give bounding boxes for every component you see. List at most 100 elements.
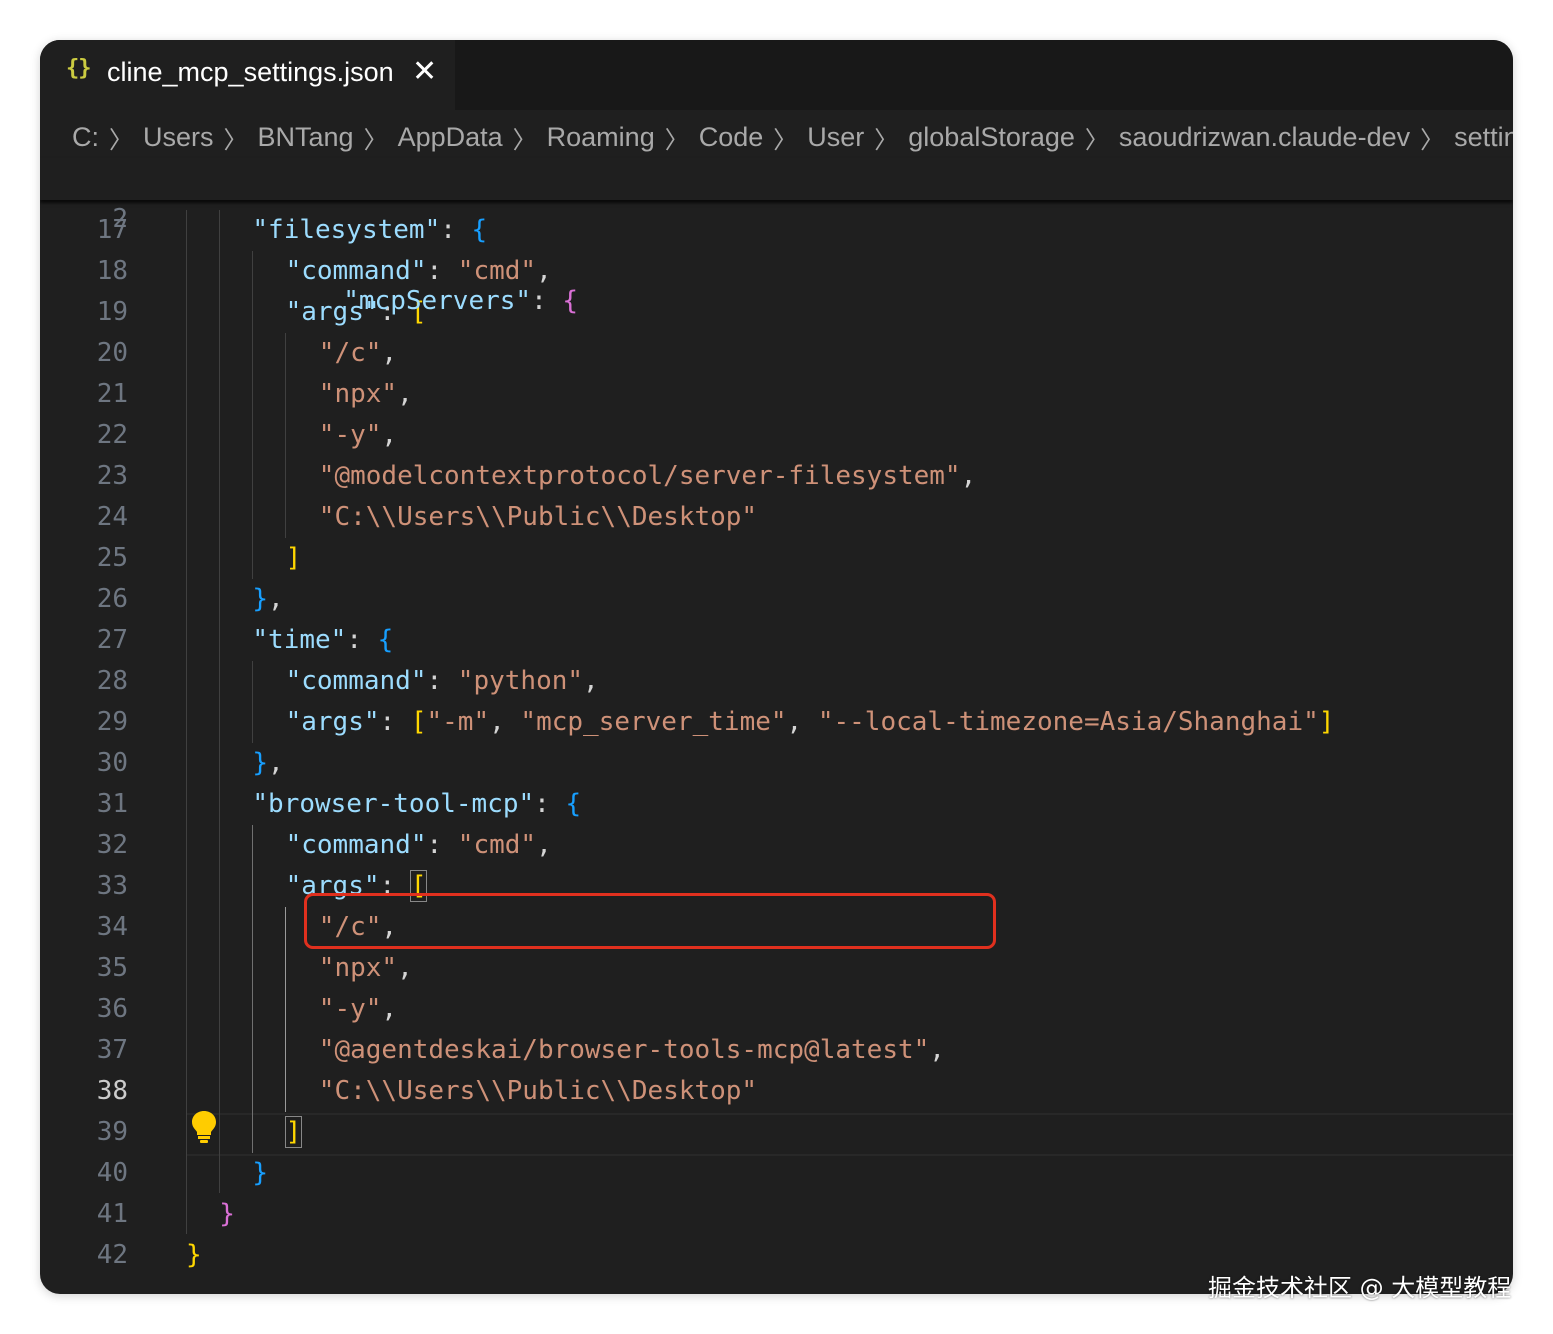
code-line[interactable]: 24 "C:\\Users\\Public\\Desktop"	[40, 497, 1513, 538]
json-bracket: }	[252, 584, 269, 614]
sticky-scroll-line[interactable]: 2 "mcpServers": {	[40, 158, 1513, 316]
code-line[interactable]: 27 "time": {	[40, 620, 1513, 661]
json-string: "@agentdeskai/browser-tools-mcp@latest"	[318, 1035, 930, 1065]
code-line[interactable]: 30},	[40, 743, 1513, 784]
json-bracket: {	[377, 625, 394, 655]
json-bracket: }	[219, 1199, 235, 1229]
line-number: 38	[96, 1076, 128, 1106]
json-string: "npx"	[318, 379, 398, 409]
code-line[interactable]: 36 "-y",	[40, 989, 1513, 1030]
chevron-right-icon: 〉	[512, 126, 537, 154]
matched-bracket: ]	[284, 1116, 303, 1148]
line-number: 26	[96, 584, 128, 614]
line-number: 2	[112, 204, 128, 234]
line-number: 32	[96, 830, 128, 860]
json-punctuation: ,	[268, 584, 284, 614]
json-key: "command"	[285, 666, 427, 696]
json-string: "python"	[457, 666, 584, 696]
chevron-right-icon: 〉	[109, 126, 133, 154]
breadcrumb-item[interactable]: Users	[143, 122, 214, 153]
line-number: 23	[96, 461, 128, 491]
json-colon: :	[531, 286, 563, 316]
json-bracket: }	[252, 1158, 269, 1188]
code-line[interactable]: 41}	[40, 1194, 1513, 1235]
json-punctuation: :	[346, 625, 378, 655]
json-punctuation: :	[379, 707, 411, 737]
breadcrumb-item[interactable]: Roaming	[547, 122, 655, 153]
line-number: 41	[96, 1199, 128, 1229]
json-punctuation: ,	[960, 461, 977, 491]
json-punctuation: ,	[268, 748, 284, 778]
code-line[interactable]: 38 "C:\\Users\\Public\\Desktop"	[40, 1071, 1513, 1112]
line-number: 40	[96, 1158, 128, 1188]
chevron-right-icon: 〉	[664, 126, 689, 154]
code-line[interactable]: 22 "-y",	[40, 415, 1513, 456]
code-line[interactable]: 28 "command": "python",	[40, 661, 1513, 702]
editor-window: {} cline_mcp_settings.json ✕ C: 〉 Users 〉 BN…	[40, 40, 1513, 1294]
chevron-right-icon: 〉	[1084, 126, 1109, 154]
json-string: "-y"	[318, 420, 382, 450]
json-punctuation: ,	[583, 666, 599, 696]
line-number: 33	[96, 871, 128, 901]
watermark: 掘金技术社区 @ 大模型教程	[1208, 1274, 1512, 1302]
line-number: 24	[96, 502, 128, 532]
line-number: 25	[96, 543, 128, 573]
code-editor[interactable]: 17 "filesystem": {18 "command": "cmd", 19 "a…	[40, 210, 1513, 1294]
json-bracket: [	[410, 707, 427, 737]
breadcrumb-item[interactable]: globalStorage	[908, 122, 1075, 153]
code-line[interactable]: 26},	[40, 579, 1513, 620]
line-number: 27	[96, 625, 128, 655]
json-string: "cmd"	[457, 830, 537, 860]
chevron-right-icon: 〉	[874, 126, 899, 154]
json-punctuation: ,	[397, 379, 413, 409]
json-punctuation: ,	[536, 830, 552, 860]
code-line[interactable]: 35 "npx",	[40, 948, 1513, 989]
line-number: 28	[96, 666, 128, 696]
code-line[interactable]: 39]	[40, 1112, 1513, 1153]
code-line[interactable]: 23 "@modelcontextprotocol/server-filesyst…	[40, 456, 1513, 497]
json-key: "browser-tool-mcp"	[252, 789, 535, 819]
tab-cline-mcp-settings[interactable]: {} cline_mcp_settings.json ✕	[40, 40, 455, 110]
breadcrumb-item[interactable]: saoudrizwan.claude-dev	[1119, 122, 1410, 153]
line-number: 29	[96, 707, 128, 737]
json-punctuation: ,	[489, 707, 521, 737]
code-line[interactable]: 37 "@agentdeskai/browser-tools-mcp@latest…	[40, 1030, 1513, 1071]
breadcrumb-item[interactable]: settings	[1454, 122, 1513, 153]
json-punctuation: :	[426, 830, 458, 860]
json-punctuation: ,	[397, 953, 413, 983]
line-number: 31	[96, 789, 128, 819]
line-number: 39	[96, 1117, 128, 1147]
code-line[interactable]: 31 "browser-tool-mcp": {	[40, 784, 1513, 825]
json-punctuation: :	[534, 789, 566, 819]
breadcrumb-item[interactable]: BNTang	[258, 122, 354, 153]
line-number: 36	[96, 994, 128, 1024]
chevron-right-icon: 〉	[773, 126, 798, 154]
code-line[interactable]: 40}	[40, 1153, 1513, 1194]
json-punctuation: ,	[786, 707, 818, 737]
json-key: "time"	[252, 625, 347, 655]
breadcrumb-item[interactable]: Code	[699, 122, 764, 153]
json-bracket: }	[186, 1240, 202, 1270]
code-line[interactable]: 25]	[40, 538, 1513, 579]
json-string: "-m"	[426, 707, 490, 737]
code-line[interactable]: 32 "command": "cmd",	[40, 825, 1513, 866]
code-line[interactable]: 21 "npx",	[40, 374, 1513, 415]
breadcrumb-item[interactable]: AppData	[398, 122, 503, 153]
json-key: "command"	[285, 830, 427, 860]
json-string: "@modelcontextprotocol/server-filesystem…	[318, 461, 961, 491]
close-icon[interactable]: ✕	[412, 52, 437, 92]
line-number: 35	[96, 953, 128, 983]
line-number: 20	[96, 338, 128, 368]
line-number: 34	[96, 912, 128, 942]
json-punctuation: ,	[381, 994, 398, 1024]
tab-bar: {} cline_mcp_settings.json ✕	[40, 40, 1513, 110]
json-key: "mcpServers"	[343, 286, 532, 316]
json-brace: {	[562, 286, 579, 316]
line-number: 21	[96, 379, 128, 409]
chevron-right-icon: 〉	[1420, 126, 1445, 154]
code-line[interactable]: 29 "args": ["-m", "mcp_server_time", "--l…	[40, 702, 1513, 743]
highlight-annotation	[304, 893, 996, 949]
breadcrumb-item[interactable]: C:	[72, 122, 99, 153]
breadcrumb-item[interactable]: User	[807, 122, 864, 153]
json-bracket: ]	[1318, 707, 1335, 737]
